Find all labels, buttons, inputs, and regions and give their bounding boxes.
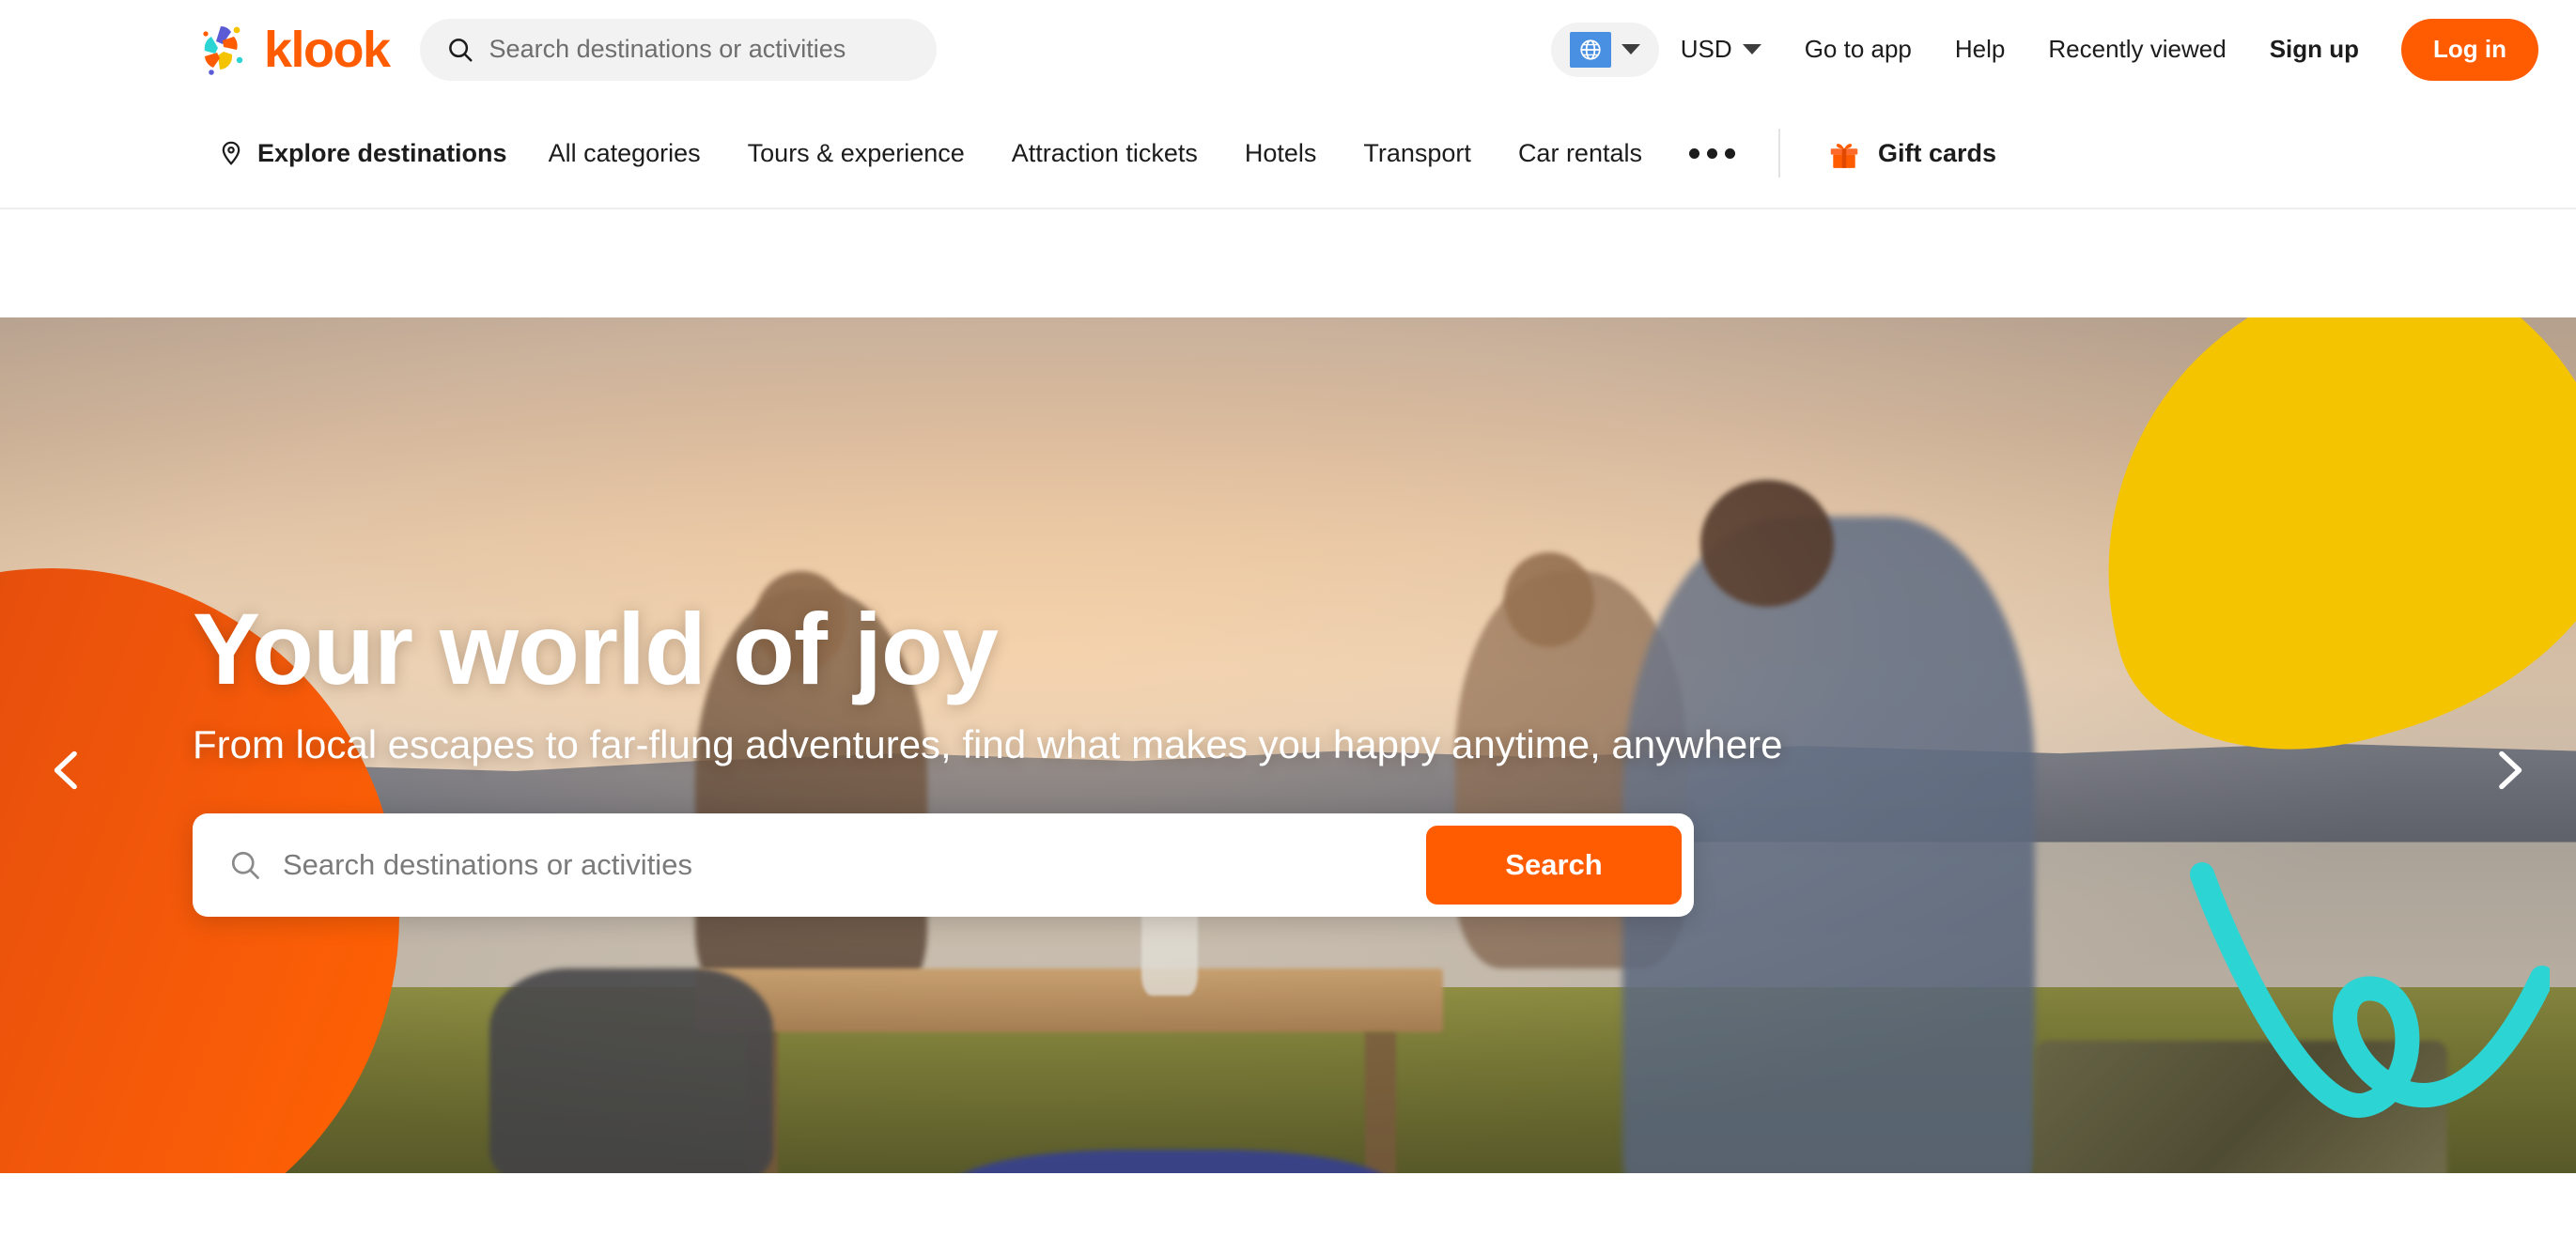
nav-item-label: Gift cards: [1877, 138, 1997, 167]
carousel-prev-button[interactable]: [26, 730, 107, 811]
sign-up-label: Sign up: [2269, 35, 2360, 63]
chevron-down-icon-language: [1621, 44, 1640, 54]
hero-search-bar[interactable]: Search destinations or activities Search: [193, 813, 1694, 918]
sign-up-link[interactable]: Sign up: [2248, 35, 2381, 64]
header-link-help[interactable]: Help: [1933, 35, 2026, 64]
content-gap: [0, 209, 2576, 317]
hero-search-placeholder: Search destinations or activities: [283, 848, 692, 882]
nav-divider: [1777, 129, 1780, 178]
hero-search-button[interactable]: Search: [1426, 826, 1682, 905]
hero-banner: Your world of joy From local escapes to …: [0, 317, 2576, 1222]
header-search-placeholder: Search destinations or activities: [489, 35, 846, 63]
chevron-down-icon-currency: [1742, 44, 1761, 54]
nav-item-attraction-tickets[interactable]: Attraction tickets: [1012, 139, 1198, 168]
nav-item-explore-destinations[interactable]: Explore destinations: [218, 139, 507, 168]
decor-teal-squiggle: [2190, 862, 2550, 1118]
globe-icon: [1569, 31, 1611, 68]
category-nav: Explore destinations All categories Tour…: [0, 99, 2576, 209]
ellipsis-dot: [1706, 147, 1717, 159]
search-icon: [448, 38, 473, 61]
header-link-label: Go to app: [1804, 35, 1912, 63]
log-in-button[interactable]: Log in: [2401, 18, 2538, 81]
hero-content: Your world of joy From local escapes to …: [193, 592, 1978, 918]
nav-item-hotels[interactable]: Hotels: [1245, 139, 1317, 168]
nav-item-label: All categories: [548, 138, 701, 167]
nav-item-all-categories[interactable]: All categories: [549, 139, 701, 168]
klook-logo-text: klook: [264, 21, 391, 78]
ellipsis-icon[interactable]: [1688, 147, 1735, 159]
nav-item-label: Car rentals: [1517, 138, 1642, 167]
klook-logo[interactable]: klook: [193, 21, 391, 79]
header-search-input[interactable]: Search destinations or activities: [419, 18, 937, 81]
location-pin-icon: [222, 141, 241, 165]
currency-label: USD: [1680, 35, 1732, 63]
nav-item-label: Transport: [1363, 138, 1471, 167]
chevron-left-icon: [54, 750, 77, 789]
nav-item-label: Explore destinations: [257, 138, 507, 167]
hero-bottom-spacer: [0, 1173, 2576, 1222]
chevron-right-icon: [2499, 750, 2522, 789]
ellipsis-dot: [1724, 147, 1735, 159]
klook-logo-icon: [193, 21, 251, 79]
nav-item-label: Hotels: [1244, 138, 1317, 167]
nav-item-gift-cards[interactable]: Gift cards: [1825, 135, 1996, 171]
top-header: klook Search destinations or activities …: [0, 0, 2576, 99]
nav-item-tours-experience[interactable]: Tours & experience: [748, 139, 965, 168]
header-right-group: USD Go to app Help Recently viewed Sign …: [1550, 18, 2538, 81]
nav-item-car-rentals[interactable]: Car rentals: [1518, 139, 1642, 168]
header-link-label: Recently viewed: [2048, 35, 2227, 63]
nav-item-label: Attraction tickets: [1011, 138, 1198, 167]
header-link-go-to-app[interactable]: Go to app: [1783, 35, 1933, 64]
header-link-label: Help: [1954, 35, 2006, 63]
hero-title: Your world of joy: [193, 592, 999, 705]
search-icon: [231, 851, 259, 879]
currency-selector[interactable]: USD: [1659, 35, 1783, 64]
ellipsis-dot: [1688, 147, 1699, 159]
nav-item-label: Tours & experience: [747, 138, 965, 167]
gift-box-icon: [1830, 144, 1858, 168]
nav-item-transport[interactable]: Transport: [1363, 139, 1471, 168]
carousel-next-button[interactable]: [2469, 730, 2550, 811]
header-link-recently-viewed[interactable]: Recently viewed: [2026, 35, 2247, 64]
language-selector[interactable]: [1550, 22, 1659, 77]
hero-subtitle: From local escapes to far-flung adventur…: [193, 722, 1783, 767]
